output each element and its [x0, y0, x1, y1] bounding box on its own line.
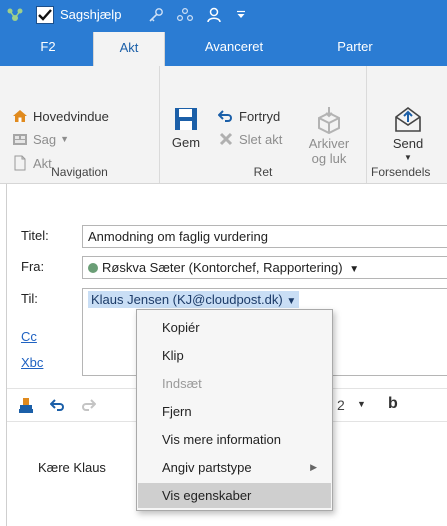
fra-label: Fra:: [21, 259, 45, 274]
recipient-dropdown-icon[interactable]: ▼: [286, 296, 296, 307]
hovedvindue-label: Hovedvindue: [33, 108, 109, 124]
people-icon[interactable]: [176, 7, 194, 23]
save-icon: [173, 106, 199, 132]
editor-redo-icon[interactable]: [80, 397, 97, 416]
titel-field[interactable]: Anmodning om faglig vurdering: [82, 225, 447, 248]
menu-item-vis-egenskaber[interactable]: Vis egenskaber: [138, 483, 331, 508]
fra-field[interactable]: Røskva Sæter (Kontorchef, Rapportering) …: [82, 256, 447, 279]
key-icon[interactable]: [148, 7, 164, 23]
person-icon[interactable]: [205, 6, 223, 24]
navigation-group-label: Navigation: [51, 165, 108, 179]
send-button[interactable]: Send ▼: [387, 104, 429, 162]
angiv-partstype-label: Angiv partstype: [162, 460, 252, 475]
font-size-dropdown-icon[interactable]: ▼: [357, 399, 366, 409]
menu-item-klip[interactable]: Klip: [138, 343, 331, 368]
menu-item-fjern[interactable]: Fjern: [138, 399, 331, 424]
presence-status-icon: [88, 263, 98, 273]
cc-link[interactable]: Cc: [21, 329, 37, 344]
editor-undo-icon[interactable]: [49, 397, 66, 416]
sag-button[interactable]: Sag ▼: [12, 131, 69, 147]
ribbon-tabs: F2 Akt Avanceret Parter: [0, 30, 447, 66]
home-icon: [12, 108, 28, 124]
arkiver-label-1: Arkiver: [308, 136, 350, 151]
recipient-chip[interactable]: Klaus Jensen (KJ@cloudpost.dk) ▼: [88, 291, 300, 308]
window-title: Sagshjælp: [60, 7, 122, 22]
ribbon-group-forsendelse: Send ▼ Forsendels: [367, 66, 447, 183]
titel-label: Titel:: [21, 228, 49, 243]
forsendelse-group-label: Forsendels: [371, 165, 431, 179]
tab-parter[interactable]: Parter: [325, 30, 385, 66]
arkiver-og-luk-button[interactable]: Arkiver og luk: [307, 106, 351, 166]
case-icon: [12, 131, 28, 147]
bold-button[interactable]: b: [388, 395, 398, 413]
gem-label: Gem: [171, 135, 201, 150]
slet-akt-label: Slet akt: [239, 131, 283, 147]
send-envelope-icon: [393, 104, 423, 134]
hovedvindue-button[interactable]: Hovedvindue: [12, 108, 109, 124]
submenu-arrow-icon: ▶: [310, 462, 317, 472]
message-body[interactable]: Kære Klaus: [38, 460, 106, 475]
fortryd-button[interactable]: Fortryd: [217, 108, 281, 124]
ribbon-group-navigation: Hovedvindue Sag ▼ Akt Navigation: [0, 66, 160, 183]
ribbon-group-ret: Gem Fortryd Slet akt Arkiver og luk Ret: [160, 66, 367, 183]
title-bar: Sagshjælp: [0, 0, 447, 30]
archive-icon: [315, 106, 343, 135]
xbc-link[interactable]: Xbc: [21, 355, 43, 370]
checkbox-icon[interactable]: [36, 6, 54, 24]
fra-row: Fra: Røskva Sæter (Kontorchef, Rapporter…: [0, 255, 447, 279]
sag-dropdown-icon: ▼: [60, 134, 70, 144]
font-size-value[interactable]: 2: [337, 397, 345, 413]
menu-item-indsaet[interactable]: Indsæt: [138, 371, 331, 396]
arkiver-label-2: og luk: [311, 151, 347, 166]
menu-item-vis-mere-information[interactable]: Vis mere information: [138, 427, 331, 452]
undo-icon: [217, 108, 234, 124]
ribbon: Hovedvindue Sag ▼ Akt Navigation Gem For…: [0, 66, 447, 184]
sag-label: Sag: [33, 131, 57, 147]
gem-button[interactable]: Gem: [168, 106, 204, 150]
tab-f2[interactable]: F2: [24, 30, 72, 66]
menu-item-angiv-partstype[interactable]: Angiv partstype ▶: [138, 455, 331, 480]
fra-value: Røskva Sæter (Kontorchef, Rapportering): [102, 260, 343, 275]
send-label: Send: [392, 136, 424, 151]
slet-akt-button[interactable]: Slet akt: [218, 131, 282, 147]
tab-avanceret[interactable]: Avanceret: [188, 30, 280, 66]
menu-item-kopier[interactable]: Kopiér: [138, 315, 331, 340]
tab-akt[interactable]: Akt: [93, 32, 165, 66]
fortryd-label: Fortryd: [239, 108, 281, 124]
fra-dropdown-icon[interactable]: ▼: [349, 264, 359, 275]
recipient-context-menu: Kopiér Klip Indsæt Fjern Vis mere inform…: [136, 309, 333, 511]
delete-icon: [218, 131, 234, 147]
til-label: Til:: [21, 291, 38, 306]
format-painter-icon[interactable]: [18, 397, 34, 418]
til-value: Klaus Jensen (KJ@cloudpost.dk): [91, 292, 283, 307]
titel-row: Titel: Anmodning om faglig vurdering: [0, 224, 447, 248]
send-dropdown-icon[interactable]: ▼: [387, 153, 429, 162]
ret-group-label: Ret: [253, 165, 273, 179]
app-icon[interactable]: [6, 7, 24, 23]
customize-dropdown-icon[interactable]: [236, 10, 246, 20]
